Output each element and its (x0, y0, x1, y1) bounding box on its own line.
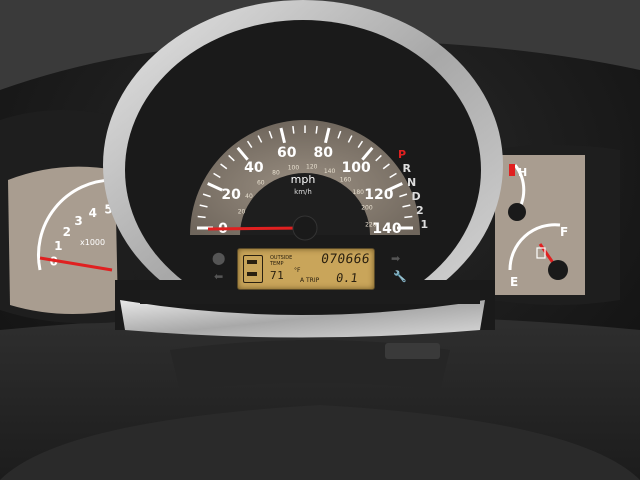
door-open-icon (243, 255, 263, 283)
lcd-info-display: OUTSIDE TEMP 71 °F 070666 A TRIP 0.1 (237, 248, 375, 290)
kmh-label: 100 (288, 164, 300, 171)
mph-label: 20 (221, 187, 241, 203)
eco-indicator-icon: ⬤ (212, 251, 225, 265)
fuel-full-label: F (560, 225, 568, 239)
trip-label: A TRIP (300, 277, 320, 284)
temp-red-zone (509, 164, 515, 176)
trip-value: 0.1 (335, 271, 359, 285)
kmh-label: 60 (257, 179, 265, 186)
kmh-label: 120 (306, 164, 318, 171)
speed-needle-hub (292, 215, 318, 241)
fuel-empty-label: E (510, 275, 518, 289)
tach-label: 4 (89, 206, 97, 220)
mph-label: 100 (342, 160, 371, 176)
gear-letter-1: 1 (421, 218, 429, 231)
left-arrow-icon: ⬅ (214, 270, 223, 283)
mph-label: 80 (314, 145, 334, 161)
speed-tick (404, 215, 413, 219)
kmh-label: 180 (353, 189, 365, 196)
speed-tick (292, 125, 295, 134)
instrument-cluster: 0123456 x1000 H F E 020406080100120140 2… (0, 0, 640, 480)
odometer: 070666 (319, 252, 371, 267)
speed-unit-primary: mph (291, 173, 316, 186)
gear-letter-2: 2 (416, 204, 424, 217)
kmh-label: 40 (245, 193, 253, 200)
gear-letter-n: N (407, 176, 416, 189)
tach-label: 3 (74, 214, 82, 228)
right-gauges: H F E (495, 155, 585, 295)
outside-temp-label: OUTSIDE TEMP (270, 255, 293, 267)
wrench-icon: 🔧 (393, 269, 407, 283)
mph-label: 60 (277, 145, 297, 161)
gear-letter-p: P (398, 148, 406, 161)
kmh-label: 200 (361, 204, 373, 211)
kmh-label: 80 (272, 170, 280, 177)
turn-signal-icon: ➡ (391, 252, 400, 265)
temp-hot-label: H (518, 166, 527, 179)
tach-label: 1 (54, 239, 62, 253)
temp-unit: °F (294, 267, 301, 274)
kmh-label: 220 (365, 221, 377, 228)
speed-tick (197, 215, 206, 219)
kmh-label: 160 (340, 176, 352, 183)
speed-unit-secondary: km/h (294, 188, 312, 196)
fuel-needle-hub (548, 260, 568, 280)
outside-temp-value: 71 (270, 269, 285, 282)
mph-label: 120 (364, 187, 393, 203)
mph-label: 40 (244, 160, 264, 176)
mph-label: 140 (372, 221, 401, 237)
gear-letter-r: R (403, 162, 412, 175)
gear-letter-d: D (412, 190, 421, 203)
speed-tick (315, 125, 318, 134)
tach-label: 2 (63, 225, 71, 239)
speed-needle (207, 226, 306, 231)
dashboard-scene: 0123456 x1000 H F E 020406080100120140 2… (0, 0, 640, 480)
temp-needle-hub (508, 203, 526, 221)
tach-multiplier: x1000 (80, 238, 105, 247)
kmh-label: 20 (238, 209, 246, 216)
kmh-label: 140 (324, 168, 336, 175)
dash-button (385, 343, 440, 359)
